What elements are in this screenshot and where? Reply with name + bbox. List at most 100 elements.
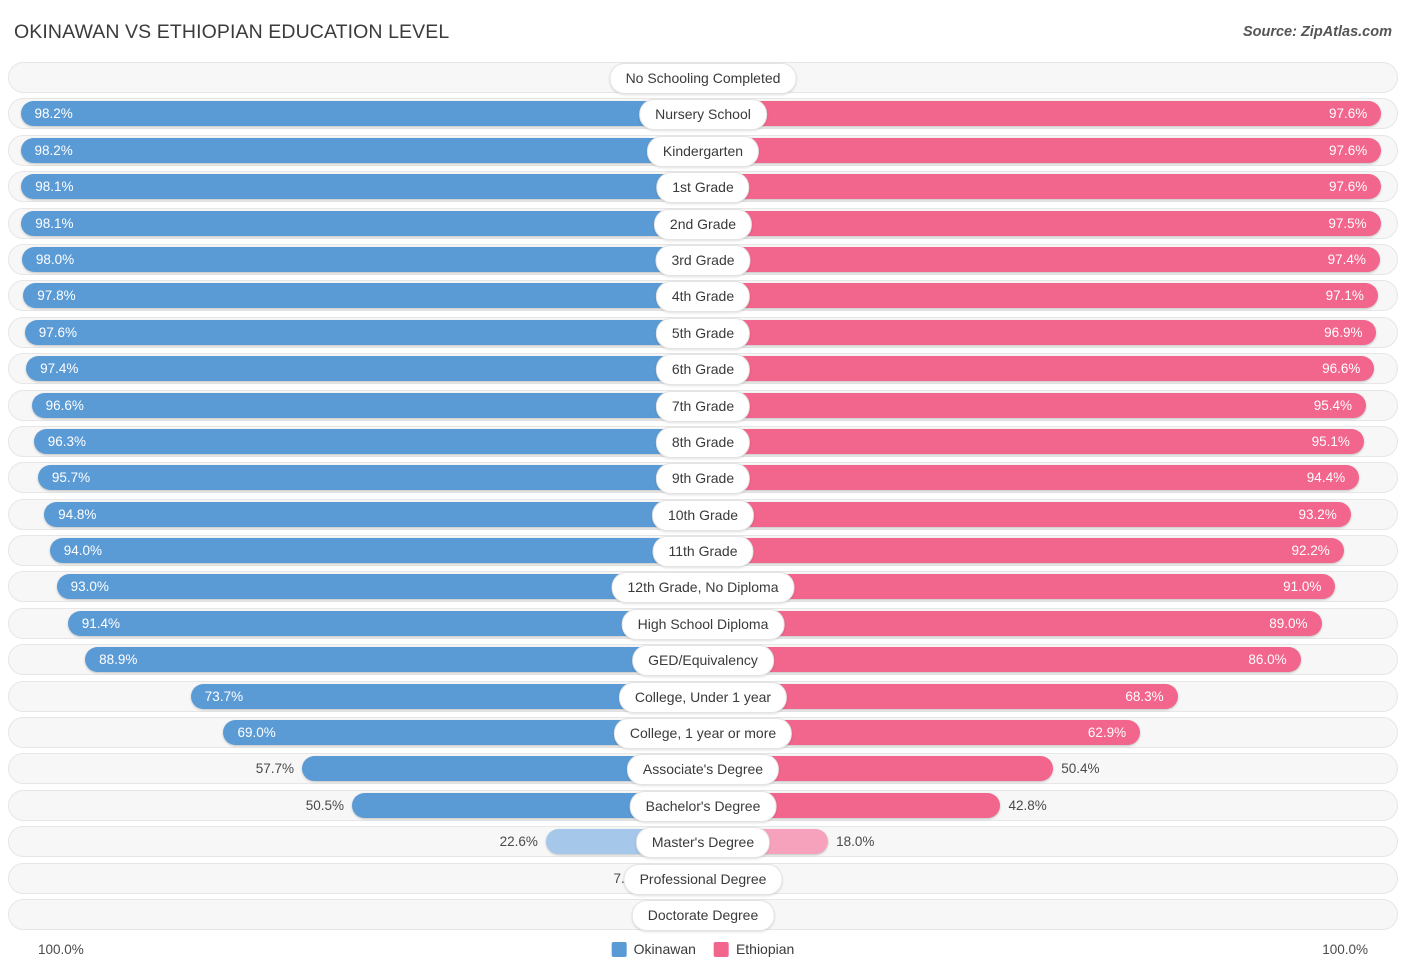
bar-ethiopian: 95.4% [703,392,1367,418]
bar-value-okinawan: 97.8% [37,288,76,304]
bar-okinawan: 88.9% [85,647,703,673]
bar-value-okinawan: 97.4% [40,361,79,377]
category-label: Professional Degree [623,863,783,895]
bar-value-ethiopian: 97.1% [1325,288,1364,304]
bar-ethiopian: 97.6% [703,174,1382,200]
chart-row: 73.7% 68.3% College, Under 1 year [0,680,1406,713]
bar-value-ethiopian: 18.0% [836,834,875,850]
bar-value-okinawan: 98.0% [35,251,75,267]
bar-value-ethiopian: 92.2% [1291,543,1330,559]
category-label: 6th Grade [655,354,751,386]
bar-value-okinawan: 88.9% [99,652,138,668]
bar-value-ethiopian: 95.1% [1311,433,1350,449]
category-label: College, Under 1 year [618,681,788,713]
bar-okinawan: 98.1% [21,210,703,236]
bar-ethiopian: 97.6% [703,137,1382,163]
bar-value-okinawan: 98.1% [35,215,74,231]
category-label: Master's Degree [635,827,771,859]
bar-okinawan: 98.2% [20,101,703,127]
bar-value-ethiopian: 91.0% [1283,579,1322,595]
bar-value-ethiopian: 97.6% [1329,142,1368,158]
bar-ethiopian: 97.6% [703,101,1382,127]
chart-header: OKINAWAN VS ETHIOPIAN EDUCATION LEVEL So… [0,0,1406,58]
chart-row: 93.0% 91.0% 12th Grade, No Diploma [0,571,1406,604]
bar-ethiopian: 89.0% [703,610,1322,636]
bar-value-ethiopian: 97.5% [1328,215,1367,231]
legend-label: Ethiopian [735,941,795,957]
bar-okinawan: 97.6% [24,319,703,345]
page-title: OKINAWAN VS ETHIOPIAN EDUCATION LEVEL [14,21,450,43]
chart-row: 7.3%5.4%Professional Degree [0,862,1406,895]
bar-value-ethiopian: 42.8% [1008,797,1047,813]
category-label: Associate's Degree [626,754,780,786]
bar-value-ethiopian: 93.2% [1298,506,1337,522]
bar-value-ethiopian: 95.4% [1313,397,1353,413]
bar-rows-container: 1.8%2.4%No Schooling Completed 98.2% 97.6%… [0,62,1406,938]
bar-okinawan: 96.6% [31,392,703,418]
legend-swatch-pink [713,941,729,957]
chart-row: 98.2% 97.6% Nursery School [0,98,1406,131]
category-label: High School Diploma [621,608,785,640]
bar-okinawan: 97.4% [26,356,703,382]
bar-okinawan: 96.3% [33,428,703,454]
bar-value-okinawan: 94.0% [63,543,102,559]
chart-row: 96.6% 95.4% 7th Grade [0,389,1406,422]
chart-row: 69.0% 62.9% College, 1 year or more [0,717,1406,750]
legend-swatch-blue [611,941,627,957]
bar-value-okinawan: 94.8% [58,506,97,522]
category-label: 10th Grade [651,499,755,531]
legend-item[interactable]: Okinawan [611,941,696,957]
bar-ethiopian: 97.5% [703,210,1381,236]
category-label: No Schooling Completed [609,63,797,94]
bar-value-okinawan: 93.0% [70,579,109,595]
bar-okinawan: 98.2% [20,137,703,163]
bar-value-okinawan: 98.2% [34,142,73,158]
bar-ethiopian: 96.9% [703,319,1377,345]
bar-okinawan: 97.8% [23,283,703,309]
bar-ethiopian: 97.4% [703,246,1380,272]
bar-value-ethiopian: 89.0% [1269,615,1308,631]
bar-value-okinawan: 69.0% [237,725,276,741]
bar-okinawan: 98.1% [21,174,703,200]
chart-row: 97.4% 96.6% 6th Grade [0,353,1406,386]
bar-okinawan: 94.8% [44,501,703,527]
bar-okinawan: 95.7% [37,465,703,491]
category-label: Bachelor's Degree [629,790,777,822]
bar-value-ethiopian: 94.4% [1306,470,1346,486]
chart-row: 94.8% 93.2% 10th Grade [0,498,1406,531]
chart-row: 50.5% 42.8% Bachelor's Degree [0,789,1406,822]
source-attribution: Source: ZipAtlas.com [1242,24,1392,40]
bar-ethiopian: 96.6% [703,356,1375,382]
bar-value-ethiopian: 86.0% [1248,652,1287,668]
bar-okinawan: 94.0% [49,538,703,564]
bar-okinawan: 91.4% [67,610,703,636]
chart-row: 98.0% 97.4% 3rd Grade [0,243,1406,276]
category-label: 7th Grade [655,390,751,422]
bar-value-okinawan: 96.3% [47,433,86,449]
chart-row: 98.1% 97.6% 1st Grade [0,171,1406,204]
category-label: 4th Grade [655,281,751,313]
axis-max-right: 100.0% [1322,942,1368,957]
legend-item[interactable]: Ethiopian [713,941,795,957]
legend-label: Okinawan [633,941,696,957]
chart-row: 88.9% 86.0% GED/Equivalency [0,644,1406,677]
bar-value-okinawan: 96.6% [45,397,84,413]
bar-ethiopian: 95.1% [703,428,1364,454]
bar-value-ethiopian: 96.9% [1324,324,1363,340]
category-label: 8th Grade [655,426,751,458]
bar-ethiopian: 91.0% [703,574,1336,600]
chart-legend: Okinawan Ethiopian [611,941,795,957]
bar-value-ethiopian: 50.4% [1061,761,1100,777]
category-label: Doctorate Degree [631,899,775,931]
bar-value-ethiopian: 96.6% [1322,361,1361,377]
category-label: 1st Grade [656,172,750,204]
category-label: 11th Grade [652,536,754,568]
bar-value-okinawan: 73.7% [204,688,244,704]
bar-ethiopian: 94.4% [703,465,1360,491]
category-label: 5th Grade [655,317,751,349]
chart-container: OKINAWAN VS ETHIOPIAN EDUCATION LEVEL So… [0,0,1406,975]
bar-ethiopian: 93.2% [703,501,1351,527]
category-label: 3rd Grade [655,244,751,276]
category-label: 2nd Grade [653,208,753,240]
bar-ethiopian: 86.0% [703,647,1301,673]
